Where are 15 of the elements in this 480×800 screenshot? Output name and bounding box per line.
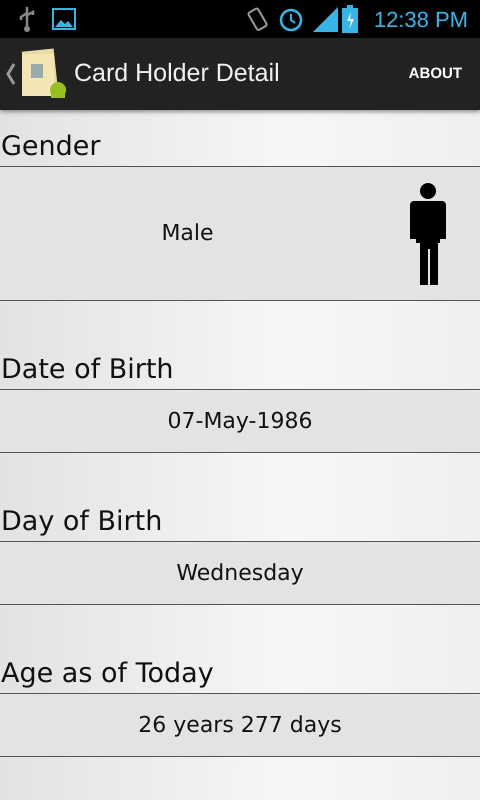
back-caret-icon[interactable] <box>6 62 16 86</box>
field-value: Wednesday <box>176 560 304 588</box>
usb-icon <box>18 5 36 33</box>
screen-title: Card Holder Detail <box>74 58 281 90</box>
alarm-icon <box>278 6 304 32</box>
person-icon <box>410 182 446 284</box>
about-button[interactable]: ABOUT <box>408 62 462 86</box>
field-value: Male <box>160 220 215 248</box>
image-icon <box>52 8 76 30</box>
battery-icon <box>342 5 358 33</box>
field-value: 07-May-1986 <box>168 408 312 436</box>
field-value: 26 years 277 days <box>138 712 342 740</box>
status-time: 12:38 PM <box>374 6 468 34</box>
rotate-icon <box>246 6 270 32</box>
signal-icon <box>312 6 338 32</box>
